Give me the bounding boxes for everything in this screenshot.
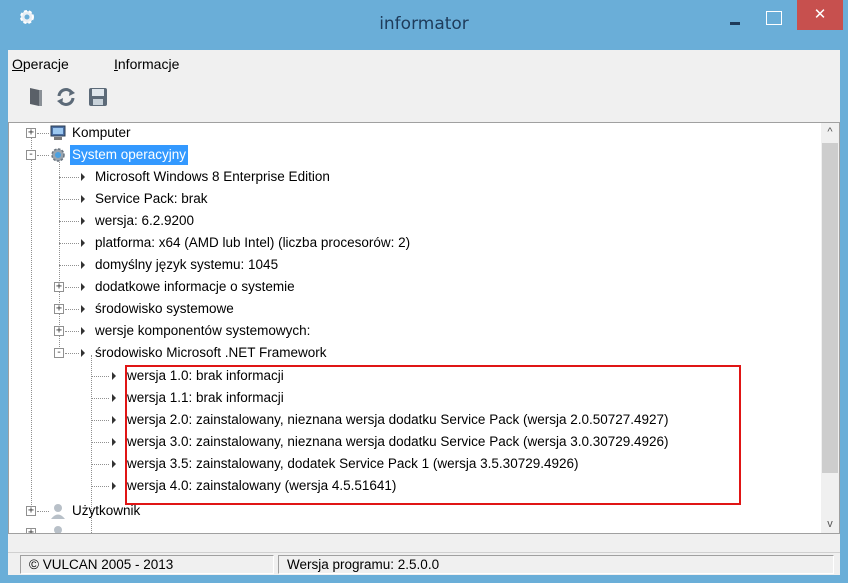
bullet-arrow-icon [112, 460, 116, 468]
bullet-arrow-icon [112, 372, 116, 380]
bullet-arrow-icon [81, 261, 85, 269]
expand-plus-icon[interactable]: + [54, 326, 64, 336]
tree-label: środowisko systemowe [95, 301, 234, 316]
highlight-box [125, 365, 741, 505]
vertical-scrollbar[interactable]: ^ v [821, 123, 839, 533]
menu-informacje[interactable]: Informacje [114, 56, 179, 72]
status-copyright: © VULCAN 2005 - 2013 [20, 555, 274, 574]
tree-label: środowisko Microsoft .NET Framework [95, 345, 327, 360]
bullet-arrow-icon [81, 217, 85, 225]
window-title: informator [379, 14, 469, 34]
refresh-icon[interactable] [54, 85, 78, 109]
status-bar: © VULCAN 2005 - 2013 Wersja programu: 2.… [8, 552, 840, 575]
scroll-thumb[interactable] [822, 143, 838, 473]
expand-plus-icon[interactable]: + [26, 506, 36, 516]
toolbar [8, 80, 840, 114]
collapse-minus-icon[interactable]: - [26, 150, 36, 160]
info-tree[interactable]: + Komputer - System operacyjny Microsoft… [8, 122, 840, 534]
expand-plus-icon[interactable]: + [54, 282, 64, 292]
bullet-arrow-icon [112, 438, 116, 446]
status-version: Wersja programu: 2.5.0.0 [278, 555, 834, 574]
expand-plus-icon[interactable]: + [26, 528, 36, 533]
exit-door-icon[interactable] [24, 85, 48, 109]
bullet-arrow-icon [81, 327, 85, 335]
computer-icon [50, 125, 66, 140]
user-icon [54, 526, 62, 533]
scroll-up-icon[interactable]: ^ [821, 123, 839, 141]
tree-label-selected: System operacyjny [68, 144, 190, 166]
bullet-arrow-icon [81, 173, 85, 181]
maximize-button[interactable] [760, 8, 786, 28]
tree-label: Service Pack: brak [95, 191, 208, 206]
tree-label: Microsoft Windows 8 Enterprise Edition [95, 169, 330, 184]
collapse-minus-icon[interactable]: - [54, 348, 64, 358]
bullet-arrow-icon [112, 482, 116, 490]
scroll-down-icon[interactable]: v [821, 515, 839, 533]
settings-gear-icon [51, 148, 65, 162]
bullet-arrow-icon [81, 239, 85, 247]
bullet-arrow-icon [81, 305, 85, 313]
tree-label: platforma: x64 (AMD lub Intel) (liczba p… [95, 235, 411, 250]
minimize-button[interactable] [722, 8, 748, 28]
tree-label: wersje komponentów systemowych: [95, 323, 311, 338]
tree-line [31, 133, 32, 513]
bullet-arrow-icon [81, 349, 85, 357]
title-bar[interactable]: informator ✕ [0, 0, 848, 50]
save-icon[interactable] [86, 85, 110, 109]
bullet-arrow-icon [112, 394, 116, 402]
bullet-arrow-icon [81, 195, 85, 203]
tree-label: Komputer [72, 125, 131, 140]
tree-label: wersja: 6.2.9200 [95, 213, 195, 228]
bullet-arrow-icon [81, 283, 85, 291]
close-button[interactable]: ✕ [797, 0, 843, 30]
tree-label: domyślny język systemu: 1045 [95, 257, 279, 272]
tree-label: dodatkowe informacje o systemie [95, 279, 295, 294]
menu-bar: Operacje Informacje [8, 50, 840, 78]
bullet-arrow-icon [112, 416, 116, 424]
menu-operacje[interactable]: Operacje [12, 56, 69, 72]
expand-plus-icon[interactable]: + [26, 128, 36, 138]
tree-label: Użytkownik [72, 503, 141, 518]
user-icon [51, 504, 65, 519]
expand-plus-icon[interactable]: + [54, 304, 64, 314]
app-window: informator ✕ Operacje Informacje + Kompu… [0, 0, 848, 583]
client-area: Operacje Informacje + Komputer - System … [8, 50, 840, 575]
